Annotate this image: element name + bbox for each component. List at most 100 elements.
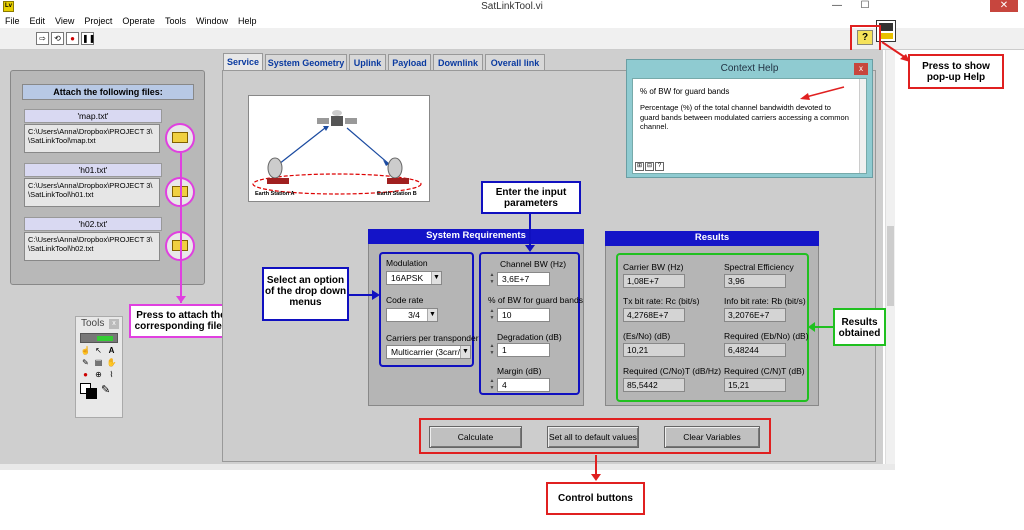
shortcut-menu-icon[interactable]: ▤: [93, 357, 104, 368]
carriers-label: Carriers per transponder: [386, 333, 479, 343]
menu-edit[interactable]: Edit: [25, 14, 51, 28]
modulation-select[interactable]: 16APSK ▼: [386, 271, 442, 285]
context-help-close-button[interactable]: x: [854, 63, 868, 75]
context-help-title: Context Help: [720, 63, 779, 74]
carrier-bw-label: Carrier BW (Hz): [623, 262, 684, 272]
help-scrollbar[interactable]: [859, 79, 866, 173]
menu-file[interactable]: File: [0, 14, 25, 28]
menu-help[interactable]: Help: [233, 14, 262, 28]
code-rate-select[interactable]: 3/4 ▼: [386, 308, 438, 322]
degradation-label: Degradation (dB): [497, 332, 562, 342]
calculate-button[interactable]: Calculate: [429, 426, 522, 448]
required-eb-no-label: Required (Eb/No) (dB): [724, 331, 809, 341]
degradation-input[interactable]: 1: [497, 343, 550, 357]
margin-spinner[interactable]: ▲ ▼: [489, 378, 495, 392]
carriers-select[interactable]: Multicarrier (3carr/ ▼: [386, 345, 471, 359]
tools-palette: Tools x ☝ ↖ A ✎ ▤ ✋ ● ⊕ ⌇ ✎: [75, 316, 123, 418]
text-icon[interactable]: A: [106, 345, 117, 356]
menu-operate[interactable]: Operate: [117, 14, 160, 28]
file-path-h02[interactable]: C:\Users\Anna\Dropbox\PROJECT 3\ \SatLin…: [24, 232, 160, 261]
abort-icon[interactable]: ●: [66, 32, 79, 45]
pause-icon[interactable]: ❚❚: [81, 32, 95, 45]
context-help-body: Percentage (%) of the total channel band…: [640, 103, 849, 131]
degradation-spinner[interactable]: ▲ ▼: [489, 343, 495, 357]
earth-station-b-icon: [387, 157, 409, 184]
menu-project[interactable]: Project: [79, 14, 117, 28]
breakpoint-icon[interactable]: ●: [80, 369, 91, 380]
carrier-bw-value: 1,08E+7: [623, 274, 685, 288]
results-connector: [812, 326, 833, 328]
maximize-button[interactable]: ☐: [853, 0, 877, 12]
context-help-arrow: [800, 86, 845, 100]
vertical-scrollbar[interactable]: [885, 50, 895, 464]
tab-payload[interactable]: Payload: [388, 54, 431, 71]
select-option-connector: [349, 294, 373, 296]
callout-attach-files: Press to attach the corresponding files: [129, 304, 233, 338]
operate-icon[interactable]: ☝: [80, 345, 91, 356]
info-bit-rate-label: Info bit rate: Rb (bit/s): [724, 296, 806, 306]
clear-variables-button[interactable]: Clear Variables: [664, 426, 760, 448]
tab-service[interactable]: Service: [223, 53, 263, 71]
modulation-value: 16APSK: [391, 273, 424, 283]
channel-bw-label: Channel BW (Hz): [500, 259, 567, 269]
wire-icon[interactable]: ✎: [80, 357, 91, 368]
probe-icon[interactable]: ⊕: [93, 369, 104, 380]
spectral-efficiency-label: Spectral Efficiency: [724, 262, 794, 272]
run-continuously-icon[interactable]: ⟲: [51, 32, 64, 45]
scrollbar-bottom-strip: [0, 464, 895, 470]
scroll-icon[interactable]: ✋: [106, 357, 117, 368]
required-c-no-value: 85,5442: [623, 378, 685, 392]
channel-bw-input[interactable]: 3,6E+7: [497, 272, 550, 286]
results-arrow: [808, 322, 815, 332]
chevron-down-icon: ▼: [460, 346, 470, 358]
file-path-map[interactable]: C:\Users\Anna\Dropbox\PROJECT 3\ \SatLin…: [24, 124, 160, 153]
position-icon[interactable]: ↖: [93, 345, 104, 356]
guard-bands-label: % of BW for guard bands: [488, 295, 583, 305]
modulation-label: Modulation: [386, 258, 428, 268]
tab-downlink[interactable]: Downlink: [433, 54, 483, 71]
detail-icon[interactable]: ⊟: [645, 162, 654, 171]
es-no-label: (Es/No) (dB): [623, 331, 671, 341]
file-path-h01[interactable]: C:\Users\Anna\Dropbox\PROJECT 3\ \SatLin…: [24, 178, 160, 207]
window-title: SatLinkTool.vi: [481, 1, 543, 12]
minimize-button[interactable]: —: [825, 0, 849, 12]
menu-view[interactable]: View: [50, 14, 79, 28]
system-requirements-header: System Requirements: [368, 229, 584, 244]
set-defaults-button[interactable]: Set all to default values: [547, 426, 639, 448]
tab-system-geometry[interactable]: System Geometry: [265, 54, 347, 71]
callout-results-obtained: Results obtained: [833, 308, 886, 346]
results-header: Results: [605, 231, 819, 246]
folder-icon: [172, 132, 188, 143]
channel-bw-spinner[interactable]: ▲ ▼: [489, 272, 495, 286]
guard-bands-spinner[interactable]: ▲ ▼: [489, 308, 495, 322]
chevron-down-icon: ▼: [431, 272, 441, 284]
paintbrush-icon[interactable]: ✎: [101, 383, 110, 399]
es-no-value: 10,21: [623, 343, 685, 357]
tx-bit-rate-value: 4,2768E+7: [623, 308, 685, 322]
run-arrow-icon[interactable]: ⇨: [36, 32, 49, 45]
auto-tool-selector[interactable]: [80, 333, 118, 343]
margin-input[interactable]: 4: [497, 378, 550, 392]
attach-connector-arrow: [176, 296, 186, 303]
tab-overall-link[interactable]: Overall link: [485, 54, 545, 71]
guard-bands-input[interactable]: 10: [497, 308, 550, 322]
menu-tools[interactable]: Tools: [160, 14, 191, 28]
tab-uplink[interactable]: Uplink: [349, 54, 386, 71]
callout-enter-parameters: Enter the input parameters: [481, 181, 581, 214]
color-copy-icon[interactable]: ⌇: [106, 369, 117, 380]
lock-icon[interactable]: ⊞: [635, 162, 644, 171]
close-button[interactable]: ✕: [990, 0, 1018, 12]
popup-help-arrow: [881, 41, 910, 62]
attach-title: Attach the following files:: [22, 84, 194, 100]
carriers-value: Multicarrier (3carr/: [391, 347, 460, 357]
file-label-h02: 'h02.txt': [24, 217, 162, 231]
tools-close-button[interactable]: x: [109, 319, 119, 329]
required-c-n-label: Required (C/N)T (dB): [724, 366, 805, 376]
folder-button-map[interactable]: [165, 123, 195, 153]
color-icon[interactable]: [80, 383, 98, 399]
enter-params-arrow: [525, 245, 535, 252]
code-rate-label: Code rate: [386, 295, 424, 305]
satellite-diagram: Earth Station A Earth Station B: [248, 95, 430, 202]
help-icon[interactable]: ?: [655, 162, 664, 171]
menu-window[interactable]: Window: [191, 14, 233, 28]
